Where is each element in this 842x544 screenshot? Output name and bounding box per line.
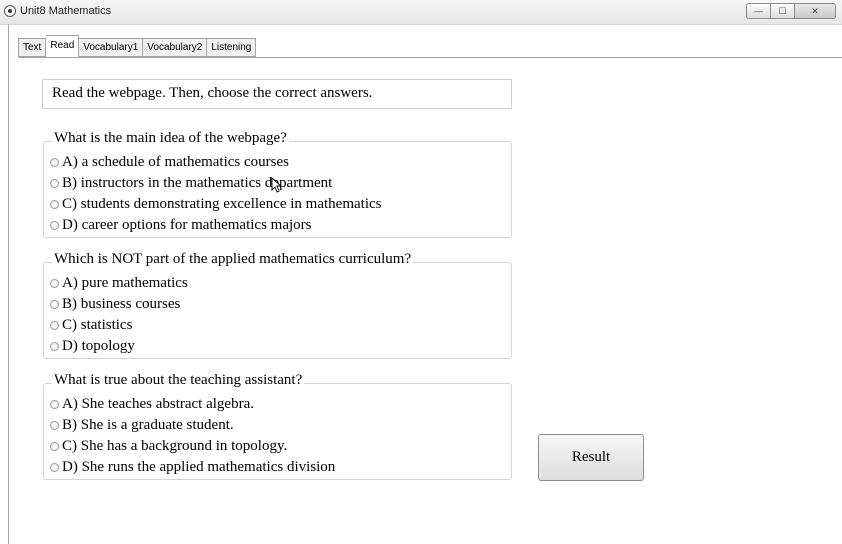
- option-label: C) statistics: [62, 317, 133, 333]
- radio-button[interactable]: [50, 221, 59, 230]
- question-2-group: Which is NOT part of the applied mathema…: [43, 251, 512, 359]
- tab-strip: Text Read Vocabulary1 Vocabulary2 Listen…: [18, 35, 257, 57]
- option-label: C) students demonstrating excellence in …: [62, 196, 382, 212]
- window-title: Unit8 Mathematics: [20, 5, 112, 17]
- radio-button[interactable]: [50, 342, 59, 351]
- result-button[interactable]: Result: [538, 434, 644, 481]
- radio-button[interactable]: [50, 321, 59, 330]
- question-1-option-d[interactable]: D) career options for mathematics majors: [50, 217, 312, 234]
- question-2-option-a[interactable]: A) pure mathematics: [50, 275, 188, 292]
- question-1-option-a[interactable]: A) a schedule of mathematics courses: [50, 154, 289, 171]
- tab-vocabulary1[interactable]: Vocabulary1: [79, 38, 144, 57]
- tab-text[interactable]: Text: [18, 38, 47, 57]
- option-label: A) pure mathematics: [62, 275, 188, 291]
- radio-button[interactable]: [50, 421, 59, 430]
- radio-button[interactable]: [50, 279, 59, 288]
- close-button[interactable]: ✕: [795, 3, 836, 19]
- radio-button[interactable]: [50, 300, 59, 309]
- radio-button[interactable]: [50, 179, 59, 188]
- question-2-option-b[interactable]: B) business courses: [50, 296, 180, 313]
- question-3-option-a[interactable]: A) She teaches abstract algebra.: [50, 396, 254, 413]
- tab-panel-border: [19, 57, 842, 58]
- title-bar: Unit8 Mathematics — ☐ ✕: [0, 0, 842, 25]
- radio-button[interactable]: [50, 442, 59, 451]
- question-2-option-d[interactable]: D) topology: [50, 338, 135, 355]
- question-3-option-c[interactable]: C) She has a background in topology.: [50, 438, 287, 455]
- tab-read[interactable]: Read: [46, 35, 80, 57]
- tab-vocabulary2[interactable]: Vocabulary2: [143, 38, 208, 57]
- question-2-prompt: Which is NOT part of the applied mathema…: [52, 251, 414, 268]
- minimize-icon: —: [754, 6, 763, 16]
- radio-button[interactable]: [50, 400, 59, 409]
- app-icon: [4, 5, 16, 17]
- question-3-option-b[interactable]: B) She is a graduate student.: [50, 417, 234, 434]
- instructions-box: Read the webpage. Then, choose the corre…: [42, 79, 512, 109]
- maximize-icon: ☐: [778, 5, 787, 16]
- question-1-prompt: What is the main idea of the webpage?: [52, 130, 289, 147]
- tab-listening[interactable]: Listening: [207, 38, 257, 57]
- window-controls: — ☐ ✕: [746, 3, 836, 19]
- minimize-button[interactable]: —: [746, 3, 771, 19]
- question-1-option-c[interactable]: C) students demonstrating excellence in …: [50, 196, 382, 213]
- option-label: D) She runs the applied mathematics divi…: [62, 459, 336, 475]
- option-label: A) She teaches abstract algebra.: [62, 396, 254, 412]
- option-label: D) topology: [62, 338, 135, 354]
- maximize-button[interactable]: ☐: [771, 3, 795, 19]
- question-1-option-b[interactable]: B) instructors in the mathematics depart…: [50, 175, 332, 192]
- option-label: C) She has a background in topology.: [62, 438, 288, 454]
- radio-button[interactable]: [50, 158, 59, 167]
- question-2-option-c[interactable]: C) statistics: [50, 317, 132, 334]
- radio-button[interactable]: [50, 463, 59, 472]
- question-3-option-d[interactable]: D) She runs the applied mathematics divi…: [50, 459, 335, 476]
- option-label: D) career options for mathematics majors: [62, 217, 312, 233]
- radio-button[interactable]: [50, 200, 59, 209]
- option-label: A) a schedule of mathematics courses: [62, 154, 289, 170]
- close-icon: ✕: [811, 5, 819, 16]
- question-3-prompt: What is true about the teaching assistan…: [52, 372, 305, 389]
- question-3-group: What is true about the teaching assistan…: [43, 372, 512, 480]
- option-label: B) She is a graduate student.: [62, 417, 234, 433]
- mouse-cursor-icon: [271, 177, 281, 193]
- option-label: B) business courses: [62, 296, 181, 312]
- option-label: B) instructors in the mathematics depart…: [62, 175, 333, 191]
